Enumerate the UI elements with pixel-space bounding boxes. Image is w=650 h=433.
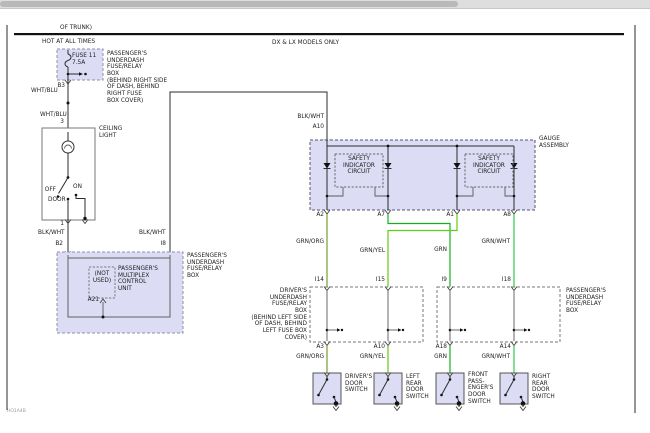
front-passenger-door-switch-label: FRONT PASS- ENGER'S DOOR SWITCH [468,372,493,405]
terminal-a8-label: A8 [495,212,511,219]
fuse-box-label: PASSENGER'S UNDERDASH FUSE/RELAY BOX (BE… [107,51,167,104]
terminal-a1-label: A1 [438,212,454,219]
passenger-box-label: PASSENGER'S UNDERDASH FUSE/RELAY BOX [566,288,606,315]
switch-door-label: DOOR [48,197,66,204]
diagram-canvas [0,0,650,433]
terminal-i14-label: I14 [307,277,324,284]
wire-whtblu-label: WHT/BLU [31,88,58,95]
wire-grn-wht-label: GRN/WHT [475,239,510,246]
fuse-name-label: FUSE 11 7.5A [72,53,96,66]
right-rear-door-switch-label: RIGHT REAR DOOR SWITCH [532,374,555,401]
switch-off-label: OFF [44,187,56,194]
terminal-i18-label: I18 [494,277,511,284]
terminal-a1-icon [454,210,460,214]
ground-icon [456,407,462,411]
switch-on-label: ON [73,184,82,191]
wire-grn-wht-label: GRN/WHT [475,354,510,361]
right-rear-door-switch [500,373,528,411]
wire-grn-label: GRN [412,354,447,361]
driver-box-label: DRIVER'S UNDERDASH FUSE/RELAY BOX (BEHIN… [238,288,307,341]
wire-grn-yel-label: GRN/YEL [350,248,385,255]
left-rear-door-switch-label: LEFT REAR DOOR SWITCH [406,374,429,401]
ground-icon [394,407,400,411]
terminal-a21-label: A21 [82,297,99,304]
terminal-a18-label: A18 [430,344,447,351]
terminal-a10b-label: A10 [368,344,385,351]
safety-circuit-label: SAFETY INDICATOR CIRCUIT [335,156,383,176]
ceiling-light-label: CEILING LIGHT [99,126,122,139]
models-note: DX & LX MODELS ONLY [272,40,339,47]
gauge-assembly-label: GAUGE ASSEMBLY [539,136,569,149]
terminal-a3-label: A3 [307,344,324,351]
hot-at-all-times-label: HOT AT ALL TIMES [42,39,95,46]
bulb-icon [62,141,74,153]
not-used-label: (NOT USED) [89,271,115,284]
terminal-a3-icon [324,342,330,346]
ground-icon [520,407,526,411]
wiring-diagram-page: OF TRUNK) DX & LX MODELS ONLY HOT AT ALL… [0,0,650,433]
mpx-box-label: PASSENGER'S UNDERDASH FUSE/RELAY BOX [187,253,227,280]
left-rear-door-switch [374,373,402,411]
pin-1-label: 1 [56,221,64,228]
driver-door-switch [313,373,341,411]
power-wire [65,80,71,133]
terminal-i8-label: I8 [152,241,166,248]
terminal-a2-icon [324,210,330,214]
diagram-code-watermark: HO1A4B [7,409,26,414]
wire-grn-yel-label: GRN/YEL [350,354,385,361]
driver-door-switch-label: DRIVER'S DOOR SWITCH [345,374,372,394]
wire-blkwht-label: BLK/WHT [289,114,324,121]
contact-on [75,194,78,197]
wire-blkwht-label: BLK/WHT [38,230,65,237]
safety-circuit-label: SAFETY INDICATOR CIRCUIT [465,156,513,176]
front-passenger-door-switch [436,373,464,411]
wire-whtblu-label: WHT/BLU [40,112,67,119]
terminal-a7-icon [385,210,391,214]
wire-grn-label: GRN [412,247,447,254]
terminal-a14-icon [511,342,517,346]
terminal-a10-label: A10 [302,124,324,131]
ground-icon [333,407,339,411]
terminal-a14-label: A14 [494,344,511,351]
terminal-a8-icon [511,210,517,214]
terminal-i15-label: I15 [368,277,385,284]
wire-grn-org-label: GRN/ORG [289,239,324,246]
terminal-a7-label: A7 [369,212,385,219]
driver-underdash-box [310,287,423,346]
wire-blkwht-label: BLK/WHT [139,230,166,237]
contact-door [67,198,70,201]
mpx-unit-label: PASSENGER'S MULTIPLEX CONTROL UNIT [118,266,158,293]
trunk-partial-note: OF TRUNK) [60,25,92,32]
terminal-i9-label: I9 [430,277,447,284]
terminal-a2-label: A2 [308,212,324,219]
passenger-underdash-box [437,287,560,346]
gauge-assembly-box [310,140,535,214]
wire-grn-org-label: GRN/ORG [289,354,324,361]
pin-3-label: 3 [48,119,64,126]
terminal-b2-label: B2 [50,241,63,248]
